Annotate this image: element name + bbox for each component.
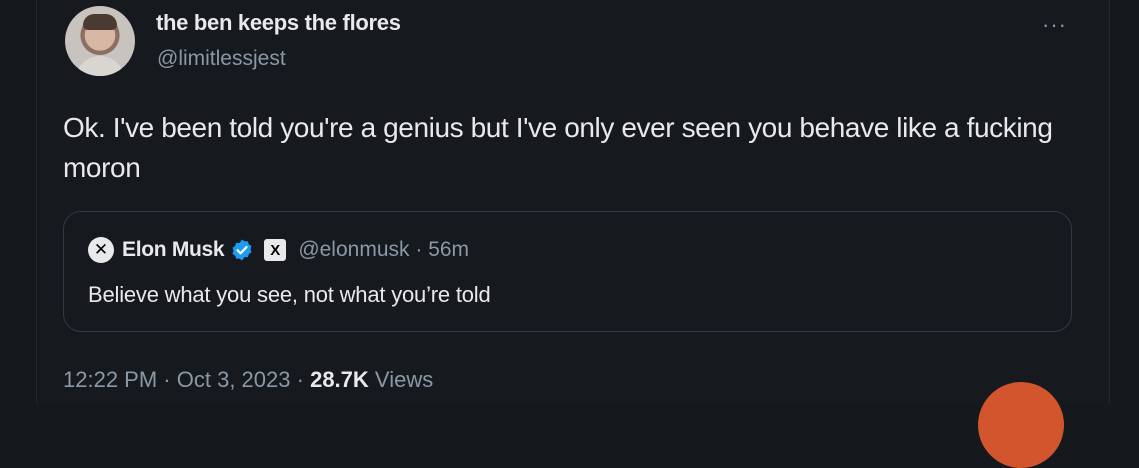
- avatar[interactable]: [65, 6, 135, 76]
- x-logo-avatar-icon[interactable]: ✕: [88, 237, 114, 263]
- avatar-hair: [83, 14, 117, 30]
- separator-dot: ·: [296, 367, 304, 392]
- views-count: 28.7K: [310, 367, 369, 392]
- tweet-time[interactable]: 12:22 PM: [63, 367, 157, 392]
- quoted-author-name[interactable]: Elon Musk: [122, 238, 225, 262]
- tweet-text: Ok. I've been told you're a genius but I…: [63, 112, 1053, 183]
- verified-badge-icon: [232, 239, 252, 261]
- avatar-shirt: [75, 56, 125, 76]
- separator-dot: ·: [415, 238, 423, 261]
- quoted-handle[interactable]: @elonmusk: [298, 238, 409, 262]
- user-handle[interactable]: @limitlessjest: [157, 47, 286, 71]
- views-label: Views: [374, 367, 434, 392]
- separator-dot: ·: [163, 367, 171, 392]
- affiliate-x-badge-icon: X: [264, 239, 287, 261]
- floating-action-button[interactable]: [978, 382, 1064, 468]
- tweet-date[interactable]: Oct 3, 2023: [177, 367, 291, 392]
- quoted-tweet-text: Believe what you see, not what you’re to…: [88, 282, 491, 307]
- display-name[interactable]: the ben keeps the flores: [156, 10, 401, 36]
- more-horizontal-icon[interactable]: ···: [1042, 12, 1067, 38]
- quoted-tweet-header: ✕ Elon Musk X @elonmusk · 56m: [88, 236, 469, 264]
- quoted-time[interactable]: 56m: [428, 238, 469, 262]
- quoted-tweet[interactable]: ✕ Elon Musk X @elonmusk · 56m Believe wh…: [63, 211, 1072, 332]
- tweet-footer: 12:22 PM · Oct 3, 2023 · 28.7K Views: [63, 367, 433, 393]
